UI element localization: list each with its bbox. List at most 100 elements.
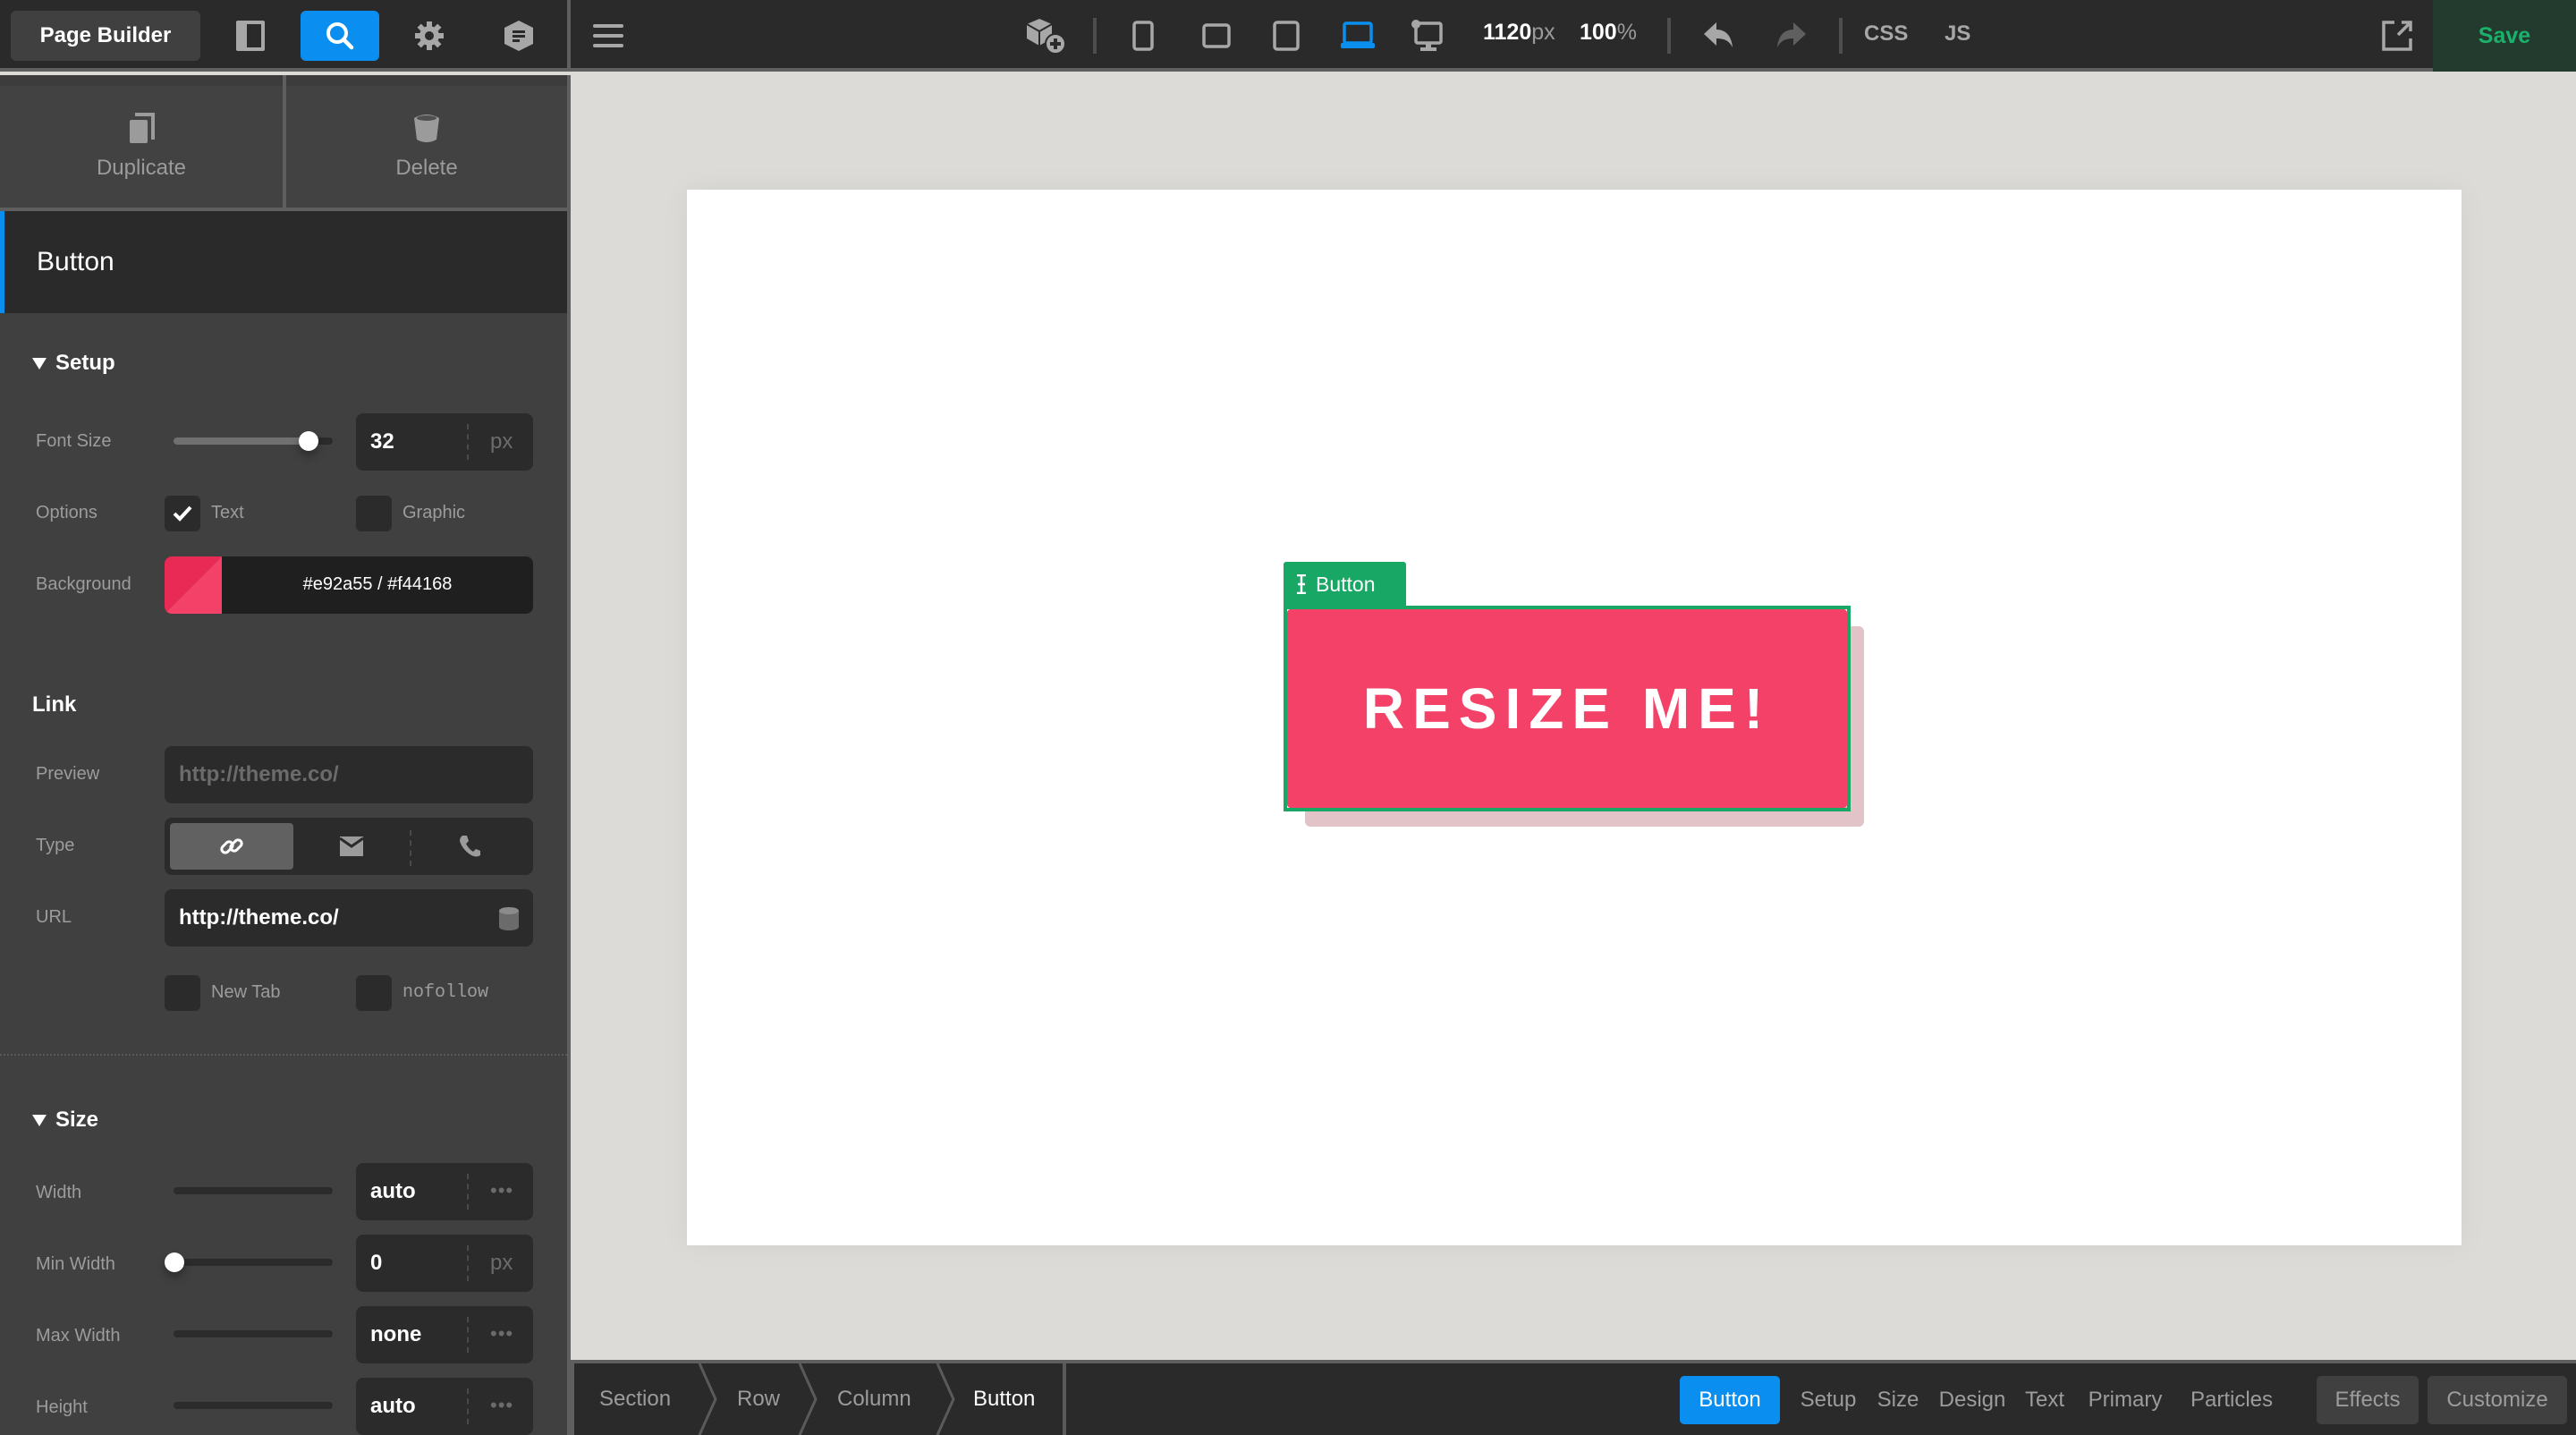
element-tag[interactable]: Button bbox=[1284, 562, 1406, 607]
tablet-icon[interactable] bbox=[1268, 16, 1304, 55]
nofollow-checkbox[interactable] bbox=[356, 975, 392, 1011]
setup-section-toggle[interactable]: Setup bbox=[32, 351, 115, 376]
url-input[interactable]: http://theme.co/ bbox=[165, 889, 533, 947]
url-value: http://theme.co/ bbox=[179, 905, 339, 930]
divider bbox=[467, 1388, 469, 1424]
top-bar-left: Page Builder bbox=[0, 0, 571, 72]
breadcrumb-button[interactable]: Button bbox=[973, 1363, 1035, 1435]
breadcrumb-row[interactable]: Row bbox=[737, 1363, 780, 1435]
undo-icon[interactable] bbox=[1699, 16, 1739, 55]
search-icon[interactable] bbox=[301, 11, 379, 61]
link-type-url-button[interactable] bbox=[170, 823, 293, 870]
control-tab-design[interactable]: Design bbox=[1934, 1376, 2011, 1424]
database-icon[interactable] bbox=[499, 907, 519, 930]
width-input[interactable]: auto ••• bbox=[356, 1163, 533, 1220]
control-tab-button[interactable]: Button bbox=[1680, 1376, 1780, 1424]
more-options-icon[interactable]: ••• bbox=[490, 1394, 513, 1417]
width-slider[interactable] bbox=[174, 1187, 333, 1194]
font-size-input[interactable]: 32 px bbox=[356, 413, 533, 471]
section-divider bbox=[0, 1054, 567, 1056]
zoom-readout[interactable]: 100% bbox=[1580, 20, 1637, 46]
preview-button[interactable]: RESIZE ME! bbox=[1287, 609, 1847, 808]
duplicate-label: Duplicate bbox=[96, 156, 187, 180]
text-option-label: Text bbox=[211, 503, 244, 522]
control-tab-customize[interactable]: Customize bbox=[2428, 1376, 2567, 1424]
phone-icon[interactable] bbox=[1127, 16, 1159, 55]
toolbar-separator bbox=[1093, 18, 1097, 54]
max-width-slider[interactable] bbox=[174, 1330, 333, 1337]
divider bbox=[467, 1317, 469, 1353]
gear-icon[interactable] bbox=[390, 11, 469, 61]
width-label: Width bbox=[36, 1183, 82, 1202]
viewport-width-readout[interactable]: 1120px bbox=[1483, 20, 1555, 46]
new-tab-label: New Tab bbox=[211, 982, 281, 1002]
new-tab-checkbox[interactable] bbox=[165, 975, 200, 1011]
max-width-input[interactable]: none ••• bbox=[356, 1306, 533, 1363]
preview-value: http://theme.co/ bbox=[179, 762, 339, 786]
color-swatch[interactable] bbox=[165, 556, 222, 614]
min-width-slider-handle[interactable] bbox=[165, 1252, 184, 1272]
min-width-label: Min Width bbox=[36, 1254, 115, 1274]
control-tab-particles[interactable]: Particles bbox=[2182, 1376, 2281, 1424]
link-type-selector bbox=[165, 818, 533, 875]
graphic-option-checkbox[interactable] bbox=[356, 496, 392, 531]
width-value: auto bbox=[370, 1179, 416, 1203]
control-tab-setup[interactable]: Setup bbox=[1794, 1376, 1862, 1424]
font-size-unit[interactable]: px bbox=[490, 429, 513, 454]
css-button[interactable]: CSS bbox=[1864, 21, 1908, 47]
breadcrumb-chevron-icon bbox=[936, 1363, 955, 1435]
save-button[interactable]: Save bbox=[2433, 0, 2576, 72]
control-tab-size[interactable]: Size bbox=[1873, 1376, 1923, 1424]
more-options-icon[interactable]: ••• bbox=[490, 1322, 513, 1346]
options-label: Options bbox=[36, 503, 97, 522]
preview-field: http://theme.co/ bbox=[165, 746, 533, 803]
size-section-title: Size bbox=[55, 1108, 99, 1132]
min-width-input[interactable]: 0 px bbox=[356, 1235, 533, 1292]
collapse-triangle-icon bbox=[32, 1114, 47, 1126]
breadcrumb-column[interactable]: Column bbox=[837, 1363, 911, 1435]
divider bbox=[1063, 1363, 1066, 1435]
page-builder-button[interactable]: Page Builder bbox=[11, 11, 200, 61]
font-size-slider-handle[interactable] bbox=[299, 431, 318, 451]
background-color-picker[interactable]: #e92a55 / #f44168 bbox=[165, 556, 533, 614]
text-option-checkbox[interactable] bbox=[165, 496, 200, 531]
delete-button[interactable]: Delete bbox=[286, 75, 567, 208]
js-button[interactable]: JS bbox=[1945, 21, 1970, 47]
external-link-icon[interactable] bbox=[2379, 16, 2415, 55]
height-slider[interactable] bbox=[174, 1402, 333, 1409]
redo-icon[interactable] bbox=[1771, 16, 1810, 55]
breadcrumb-section[interactable]: Section bbox=[599, 1363, 671, 1435]
toolbar-separator bbox=[1839, 18, 1843, 54]
document-icon[interactable] bbox=[479, 11, 558, 61]
divider bbox=[467, 1245, 469, 1281]
checkmark-icon bbox=[173, 505, 192, 522]
control-tab-primary[interactable]: Primary bbox=[2082, 1376, 2168, 1424]
duplicate-button[interactable]: Duplicate bbox=[0, 75, 283, 208]
size-section-toggle[interactable]: Size bbox=[32, 1108, 98, 1133]
layout-icon[interactable] bbox=[211, 11, 290, 61]
divider bbox=[467, 424, 469, 460]
control-tab-text[interactable]: Text bbox=[2020, 1376, 2070, 1424]
preview-label: Preview bbox=[36, 764, 100, 784]
element-tag-label: Button bbox=[1316, 572, 1376, 596]
top-bar: Page Builder 1120px 100% CSS JS Save bbox=[0, 0, 2576, 72]
link-type-email-button[interactable] bbox=[293, 823, 410, 870]
link-type-phone-button[interactable] bbox=[411, 823, 528, 870]
phone-landscape-icon[interactable] bbox=[1197, 16, 1236, 55]
desktop-icon[interactable] bbox=[1406, 16, 1449, 55]
text-cursor-icon bbox=[1297, 574, 1306, 594]
min-width-value: 0 bbox=[370, 1251, 383, 1275]
min-width-unit[interactable]: px bbox=[490, 1251, 513, 1276]
background-label: Background bbox=[36, 574, 131, 594]
control-tab-effects[interactable]: Effects bbox=[2317, 1376, 2419, 1424]
collapse-triangle-icon bbox=[32, 357, 47, 369]
menu-icon[interactable] bbox=[589, 16, 628, 55]
type-label: Type bbox=[36, 836, 75, 855]
add-element-icon[interactable] bbox=[1021, 16, 1072, 55]
more-options-icon[interactable]: ••• bbox=[490, 1179, 513, 1202]
laptop-icon[interactable] bbox=[1336, 16, 1379, 55]
divider bbox=[467, 1174, 469, 1210]
height-input[interactable]: auto ••• bbox=[356, 1378, 533, 1435]
breadcrumb-chevron-icon bbox=[698, 1363, 717, 1435]
min-width-slider[interactable] bbox=[174, 1259, 333, 1266]
